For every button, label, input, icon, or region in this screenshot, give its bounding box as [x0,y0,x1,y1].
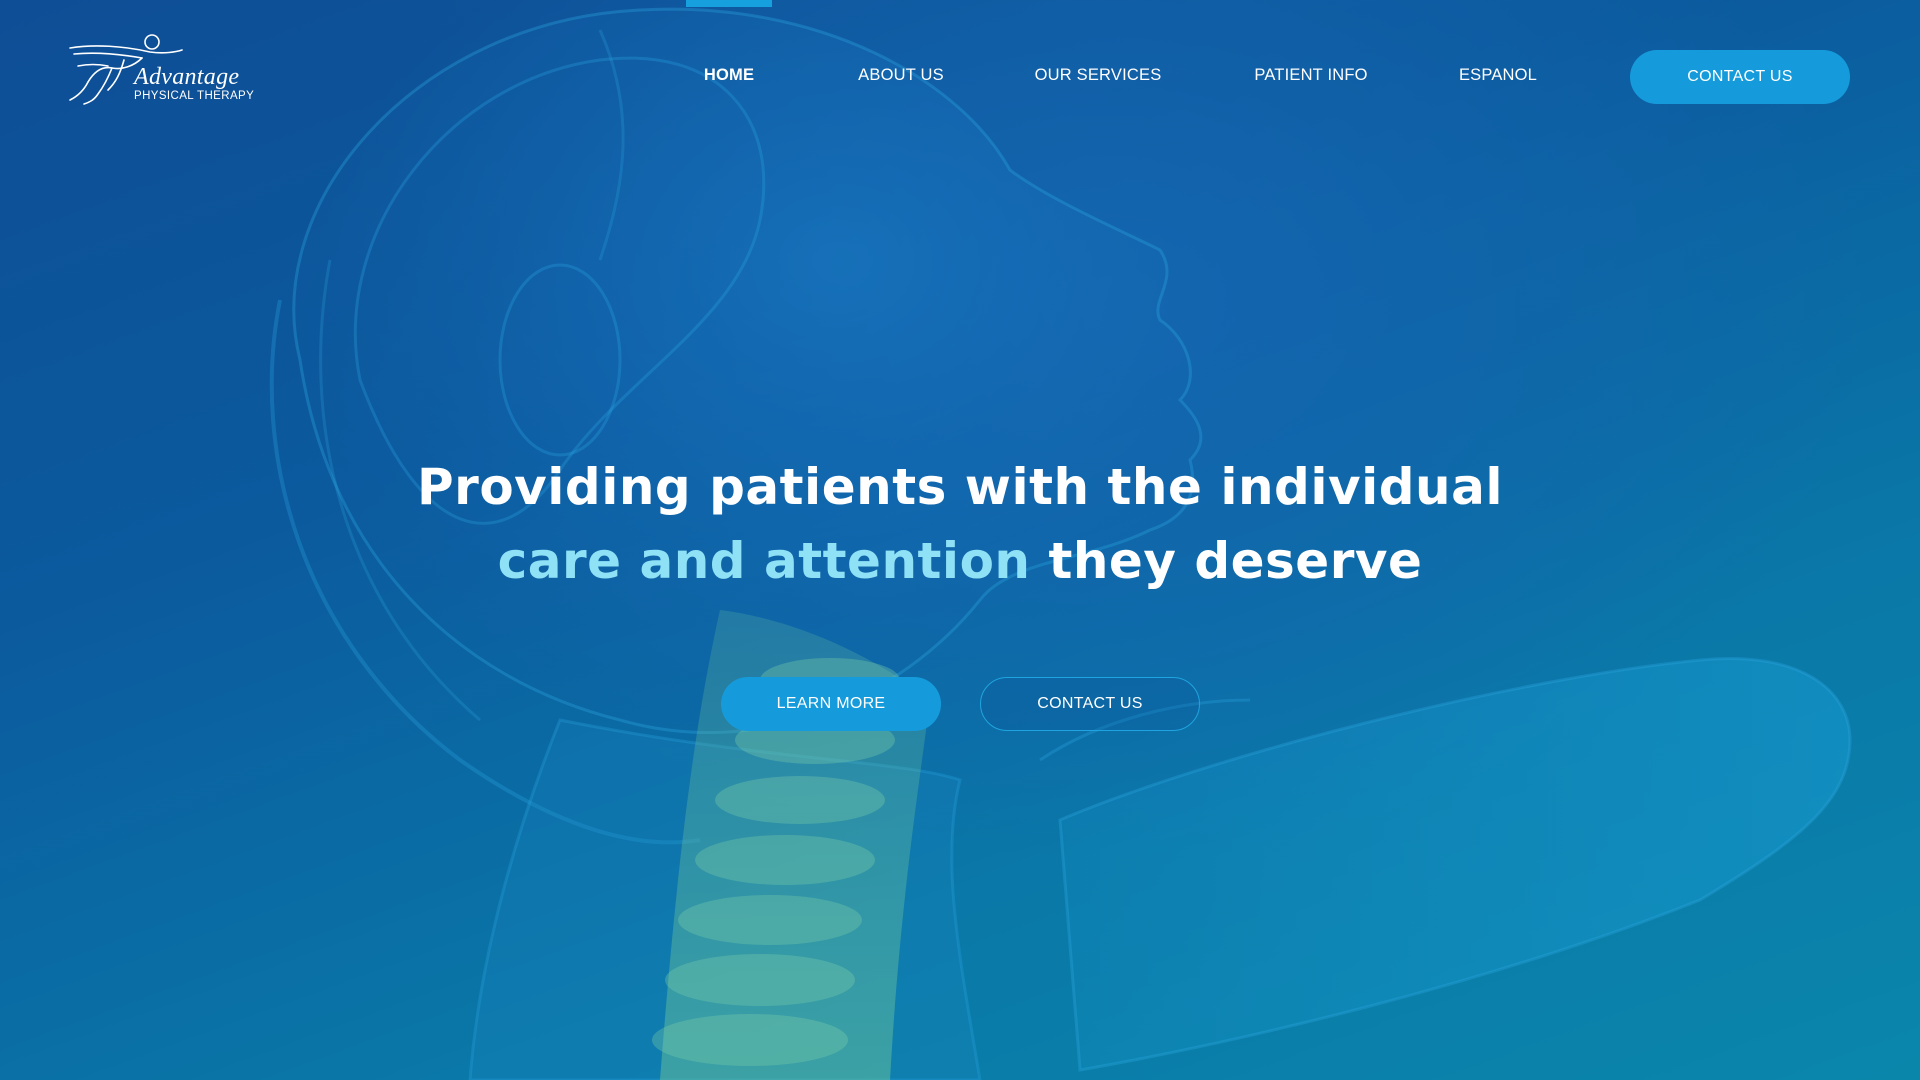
nav-item-espanol[interactable]: ESPANOL [1459,66,1537,85]
brand-tagline: PHYSICAL THERAPY [134,90,255,102]
nav-item-patient-info[interactable]: PATIENT INFO [1254,66,1367,85]
header-contact-button[interactable]: CONTACT US [1630,50,1850,104]
hero-contact-button[interactable]: CONTACT US [980,677,1200,731]
hero-headline-rest: they deserve [1030,532,1423,590]
site-logo[interactable]: Advantage PHYSICAL THERAPY [64,30,254,110]
hero-headline-line-1: Providing patients with the individual [417,458,1503,516]
hero-headline-line-2: care and attention they deserve [0,532,1920,590]
nav-item-our-services[interactable]: OUR SERVICES [1035,66,1162,85]
nav-item-home[interactable]: HOME [704,66,754,85]
nav-item-about-us[interactable]: ABOUT US [858,66,944,85]
learn-more-button[interactable]: LEARN MORE [721,677,941,731]
brand-name: Advantage [134,64,240,90]
active-nav-indicator [686,0,772,7]
hero-headline-accent: care and attention [497,532,1031,590]
